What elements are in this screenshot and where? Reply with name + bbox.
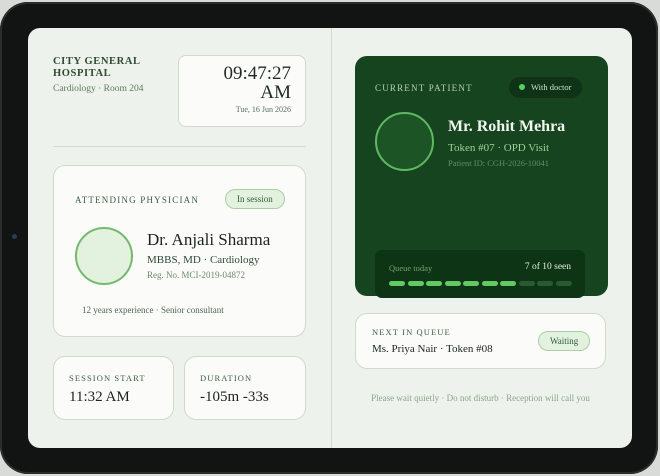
patient-token: Token #07 · OPD Visit (448, 142, 550, 154)
patient-name: Mr. Rohit Mehra (448, 118, 566, 135)
queue-segment (500, 281, 516, 286)
duration-value: -105m -33s (200, 389, 269, 405)
clock-card: 09:47:27 AM Tue, 16 Jun 2026 (178, 55, 306, 127)
duration-label: DURATION (200, 373, 253, 383)
hospital-name: CITY GENERAL HOSPITAL (53, 56, 141, 79)
queue-count: 7 of 10 seen (524, 262, 571, 272)
queue-segment (407, 281, 424, 286)
physician-section-label: ATTENDING PHYSICIAN (75, 195, 200, 205)
queue-segment (537, 281, 553, 286)
next-patient-name: Ms. Priya Nair · Token #08 (372, 343, 493, 355)
queue-segment (481, 281, 498, 286)
queue-segment (389, 281, 405, 286)
physician-card: ATTENDING PHYSICIAN In session Dr. Anjal… (53, 165, 306, 337)
footer-note: Please wait quietly · Do not disturb · R… (371, 393, 590, 403)
next-in-queue-card: NEXT IN QUEUE Ms. Priya Nair · Token #08… (355, 313, 606, 369)
patient-id: Patient ID: CGH-2026-10041 (448, 158, 550, 168)
screen: CITY GENERAL HOSPITAL Cardiology · Room … (28, 28, 632, 448)
status-dot-icon (519, 84, 525, 90)
current-patient-card: CURRENT PATIENT With doctor Mr. Rohit Me… (355, 56, 608, 298)
physician-name: Dr. Anjali Sharma (147, 230, 271, 249)
next-status-badge: Waiting (538, 331, 591, 351)
physician-credentials: MBBS, MD · Cardiology (147, 254, 260, 266)
queue-label: Queue today (389, 263, 433, 273)
physician-avatar (75, 227, 133, 285)
vertical-divider (331, 28, 332, 448)
physician-registration: Reg. No. MCI-2019-04872 (147, 270, 245, 280)
duration-card: DURATION -105m -33s (184, 356, 306, 420)
physician-experience: 12 years experience · Senior consultant (82, 305, 224, 315)
queue-segment (426, 281, 442, 286)
session-start-value: 11:32 AM (69, 389, 130, 405)
hospital-header: CITY GENERAL HOSPITAL Cardiology · Room … (53, 56, 173, 94)
header-divider (53, 146, 306, 147)
department-room: Cardiology · Room 204 (53, 84, 144, 94)
queue-segment (555, 281, 572, 286)
queue-progress-box: Queue today 7 of 10 seen (375, 250, 585, 298)
queue-progress-bar (389, 281, 572, 286)
physician-status-badge: In session (225, 189, 285, 209)
camera-dot (12, 234, 17, 239)
with-doctor-text: With doctor (531, 82, 572, 92)
with-doctor-badge: With doctor (509, 77, 582, 98)
patient-avatar (375, 112, 434, 171)
clock-time: 09:47:27 (223, 63, 291, 84)
current-patient-label: CURRENT PATIENT (375, 83, 473, 93)
session-start-label: SESSION START (69, 373, 146, 383)
clock-date: Tue, 16 Jun 2026 (235, 105, 291, 114)
queue-segment (518, 281, 535, 286)
queue-segment (444, 281, 461, 286)
next-in-queue-label: NEXT IN QUEUE (372, 327, 451, 337)
session-start-card: SESSION START 11:32 AM (53, 356, 174, 420)
clock-meridiem: AM (260, 82, 291, 103)
queue-segment (463, 281, 479, 286)
